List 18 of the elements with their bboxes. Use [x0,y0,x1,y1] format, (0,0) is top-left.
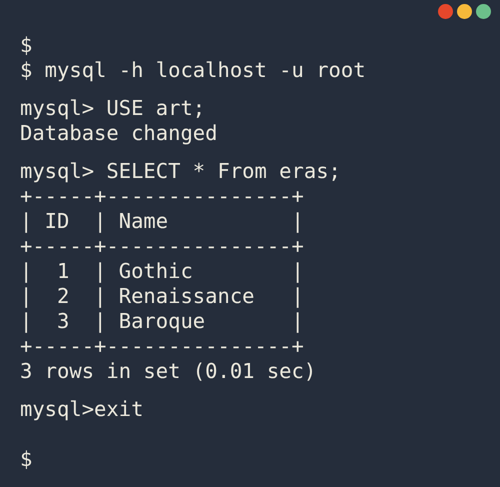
terminal-line: | 1 | Gothic | [20,259,304,284]
terminal-line: mysql> SELECT * From eras; [20,159,341,184]
window-control-dot[interactable] [476,4,491,19]
terminal-line: +-----+---------------+ [20,334,304,359]
terminal-line: $ [20,33,32,58]
terminal-line: | 2 | Renaissance | [20,284,304,309]
terminal-line: $ [20,447,32,472]
terminal-line: Database changed [20,121,218,146]
window-control-dot[interactable] [438,4,453,19]
terminal-line: | 3 | Baroque | [20,309,304,334]
terminal-line: $ mysql -h localhost -u root [20,58,366,83]
window-control-dot[interactable] [457,4,472,19]
terminal-line: mysql>exit [20,397,144,422]
terminal-line: mysql> USE art; [20,96,206,121]
terminal-line: +-----+---------------+ [20,184,304,209]
terminal-line: | ID | Name | [20,209,304,234]
terminal-line: +-----+---------------+ [20,234,304,259]
terminal-line: 3 rows in set (0.01 sec) [20,359,316,384]
